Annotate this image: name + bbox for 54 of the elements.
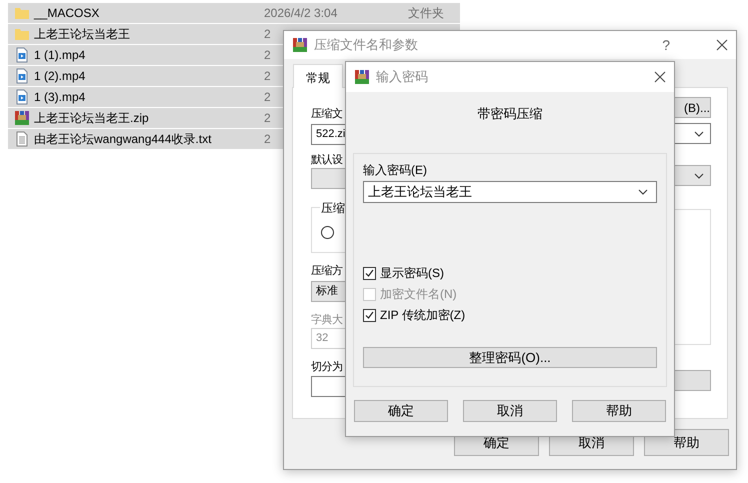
file-name: 上老王论坛当老王 [34, 26, 131, 42]
field-label: 切分为 [311, 360, 344, 375]
video-file-icon [14, 89, 30, 105]
tab[interactable]: 常规 [293, 64, 343, 88]
dialog-button[interactable]: 取消 [463, 400, 557, 422]
archive-icon [354, 69, 370, 85]
file-name: 由老王论坛wangwang444收录.txt [34, 130, 212, 148]
text-file-icon [14, 131, 30, 147]
file-date: 2 [264, 111, 271, 125]
folder-icon [14, 5, 30, 21]
dialog-button[interactable]: 帮助 [572, 400, 666, 422]
file-name: 上老王论坛当老王.zip [34, 110, 150, 126]
chevron-down-icon [694, 130, 704, 136]
file-row[interactable]: __MACOSX 2026/4/2 3:04 文件夹 [8, 3, 460, 23]
close-icon[interactable] [654, 71, 666, 83]
field-label: 压缩文 [311, 106, 344, 122]
dialog-heading: 带密码压缩 [476, 105, 544, 123]
manage-passwords-button[interactable]: 整理密码(O)... [363, 347, 657, 368]
chevron-down-icon [638, 189, 648, 195]
folder-icon [14, 26, 30, 42]
browse-button[interactable]: (B)... [674, 97, 711, 118]
password-field[interactable]: 上老王论坛当老王 [363, 181, 657, 203]
field-label: 输入密码(E) [363, 162, 428, 178]
chevron-down-icon [694, 172, 704, 178]
file-name: 1 (3).mp4 [34, 90, 86, 104]
field-label: 默认设 [311, 153, 344, 168]
archive-name-field[interactable]: 522.zi [311, 124, 347, 145]
field-label: 字典大 [311, 312, 344, 328]
file-name: 1 (2).mp4 [34, 69, 86, 83]
file-date: 2 [264, 27, 271, 41]
checkbox-option[interactable]: 显示密码(S) [363, 263, 657, 284]
file-date: 2026/4/2 3:04 [264, 6, 338, 20]
method-dropdown[interactable]: 标准 [311, 281, 347, 302]
video-file-icon [14, 47, 30, 63]
window-title: 输入密码 [376, 68, 429, 86]
archive-icon [14, 110, 30, 126]
file-name: __MACOSX [34, 6, 100, 20]
close-icon[interactable] [716, 39, 728, 51]
checkbox-option[interactable]: ZIP 传统加密(Z) [363, 305, 657, 326]
checkbox[interactable] [363, 267, 376, 280]
dialog-button[interactable]: 确定 [354, 400, 448, 422]
archive-icon [292, 37, 308, 53]
field-label: 压缩方 [311, 264, 344, 279]
radio-button[interactable] [321, 226, 334, 239]
file-date: 2 [264, 90, 271, 104]
file-date: 2 [264, 69, 271, 83]
help-button[interactable]: ? [662, 37, 670, 53]
file-name: 1 (1).mp4 [34, 48, 86, 62]
file-date: 2 [264, 132, 271, 146]
file-type: 文件夹 [408, 4, 444, 22]
file-date: 2 [264, 48, 271, 62]
archive-name-dropdown[interactable] [674, 123, 711, 144]
video-file-icon [14, 68, 30, 84]
checkbox[interactable] [363, 309, 376, 322]
